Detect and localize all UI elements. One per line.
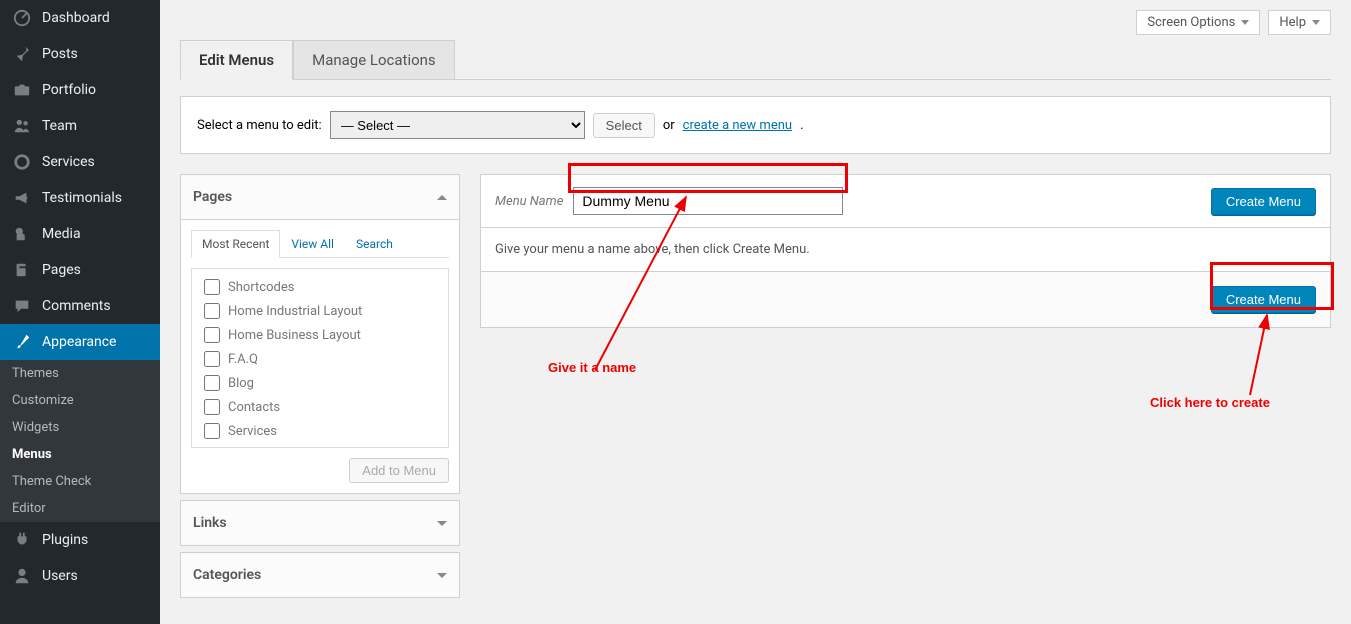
- caret-up-icon: [437, 195, 447, 200]
- help-button[interactable]: Help: [1268, 10, 1331, 35]
- accordion-categories-header[interactable]: Categories: [181, 553, 459, 597]
- page-item[interactable]: Home Industrial Layout: [196, 299, 444, 323]
- sidebar-item-posts[interactable]: Posts: [0, 36, 160, 72]
- sidebar-item-portfolio[interactable]: Portfolio: [0, 72, 160, 108]
- megaphone-icon: [12, 188, 32, 208]
- sidebar-item-users[interactable]: Users: [0, 558, 160, 594]
- pages-checklist[interactable]: Shortcodes Home Industrial Layout Home B…: [191, 268, 449, 448]
- select-label: Select a menu to edit:: [197, 118, 322, 133]
- add-to-menu-button[interactable]: Add to Menu: [349, 458, 449, 483]
- sidebar-item-comments[interactable]: Comments: [0, 288, 160, 324]
- select-button[interactable]: Select: [593, 113, 655, 138]
- accordion-pages: Pages Most Recent View All Search Shortc…: [180, 174, 460, 494]
- page-checkbox[interactable]: [204, 303, 220, 319]
- sidebar-submenu: Themes Customize Widgets Menus Theme Che…: [0, 360, 160, 522]
- sidebar-item-pages[interactable]: Pages: [0, 252, 160, 288]
- page-item[interactable]: Services: [196, 419, 444, 443]
- pages-icon: [12, 260, 32, 280]
- select-menu-row: Select a menu to edit: — Select — Select…: [180, 96, 1331, 154]
- sidebar-sub-menus[interactable]: Menus: [0, 441, 160, 468]
- page-item[interactable]: F.A.Q: [196, 347, 444, 371]
- page-checkbox[interactable]: [204, 375, 220, 391]
- sidebar-label: Team: [42, 118, 77, 134]
- sidebar-label: Testimonials: [42, 190, 122, 206]
- user-icon: [12, 566, 32, 586]
- page-checkbox[interactable]: [204, 423, 220, 439]
- sidebar-label: Appearance: [42, 334, 116, 350]
- sidebar-item-dashboard[interactable]: Dashboard: [0, 0, 160, 36]
- menu-panel: Menu Name Create Menu Give your menu a n…: [480, 174, 1331, 328]
- main-content: Screen Options Help Edit Menus Manage Lo…: [160, 0, 1351, 624]
- dashboard-icon: [12, 8, 32, 28]
- caret-down-icon: [437, 521, 447, 526]
- sidebar-item-appearance[interactable]: Appearance: [0, 324, 160, 360]
- or-text: or: [663, 118, 675, 133]
- accordion-pages-header[interactable]: Pages: [181, 175, 459, 219]
- sidebar-item-testimonials[interactable]: Testimonials: [0, 180, 160, 216]
- sidebar-item-plugins[interactable]: Plugins: [0, 522, 160, 558]
- inner-tab-search[interactable]: Search: [345, 230, 404, 257]
- media-icon: [12, 224, 32, 244]
- sidebar-label: Pages: [42, 262, 81, 278]
- sidebar-label: Posts: [42, 46, 78, 62]
- sidebar-sub-widgets[interactable]: Widgets: [0, 414, 160, 441]
- accordion-links: Links: [180, 500, 460, 546]
- plug-icon: [12, 530, 32, 550]
- sidebar-item-media[interactable]: Media: [0, 216, 160, 252]
- instruction-text: Give your menu a name above, then click …: [495, 242, 810, 257]
- sidebar-sub-editor[interactable]: Editor: [0, 495, 160, 522]
- accordion-links-header[interactable]: Links: [181, 501, 459, 545]
- sidebar-label: Media: [42, 226, 81, 242]
- create-menu-button-bottom[interactable]: Create Menu: [1211, 286, 1316, 313]
- page-checkbox[interactable]: [204, 447, 220, 448]
- sidebar-label: Portfolio: [42, 82, 96, 98]
- comment-icon: [12, 296, 32, 316]
- page-checkbox[interactable]: [204, 351, 220, 367]
- page-item[interactable]: Contacts: [196, 395, 444, 419]
- tab-manage-locations[interactable]: Manage Locations: [293, 40, 455, 79]
- sidebar-sub-customize[interactable]: Customize: [0, 387, 160, 414]
- pin-icon: [12, 44, 32, 64]
- sidebar-sub-themes[interactable]: Themes: [0, 360, 160, 387]
- inner-tab-recent[interactable]: Most Recent: [191, 230, 280, 258]
- create-menu-button-top[interactable]: Create Menu: [1211, 188, 1316, 215]
- page-item[interactable]: Shortcodes: [196, 275, 444, 299]
- sidebar: Dashboard Posts Portfolio Team Services …: [0, 0, 160, 624]
- accordion-categories: Categories: [180, 552, 460, 598]
- sidebar-item-team[interactable]: Team: [0, 108, 160, 144]
- menu-select[interactable]: — Select —: [330, 111, 585, 139]
- inner-tab-viewall[interactable]: View All: [280, 230, 345, 257]
- page-checkbox[interactable]: [204, 279, 220, 295]
- brush-icon: [12, 332, 32, 352]
- page-checkbox[interactable]: [204, 327, 220, 343]
- sidebar-label: Comments: [42, 298, 111, 314]
- tab-edit-menus[interactable]: Edit Menus: [180, 40, 293, 80]
- screen-options-button[interactable]: Screen Options: [1136, 10, 1260, 35]
- content-tabs: Edit Menus Manage Locations: [180, 40, 1331, 80]
- sidebar-item-services[interactable]: Services: [0, 144, 160, 180]
- sidebar-sub-themecheck[interactable]: Theme Check: [0, 468, 160, 495]
- menu-name-input[interactable]: [573, 187, 843, 215]
- circle-icon: [12, 152, 32, 172]
- menu-name-label: Menu Name: [495, 194, 563, 209]
- create-new-menu-link[interactable]: create a new menu: [683, 118, 792, 133]
- sidebar-label: Users: [42, 568, 78, 584]
- sidebar-label: Plugins: [42, 532, 88, 548]
- page-item[interactable]: Home Business Layout: [196, 323, 444, 347]
- caret-down-icon: [1312, 20, 1320, 25]
- caret-down-icon: [1241, 20, 1249, 25]
- page-item[interactable]: Blog: [196, 371, 444, 395]
- sidebar-label: Dashboard: [42, 10, 110, 26]
- page-checkbox[interactable]: [204, 399, 220, 415]
- caret-down-icon: [437, 573, 447, 578]
- page-item[interactable]: Portfolio Detail: [196, 443, 444, 448]
- users-icon: [12, 116, 32, 136]
- portfolio-icon: [12, 80, 32, 100]
- sidebar-label: Services: [42, 154, 95, 170]
